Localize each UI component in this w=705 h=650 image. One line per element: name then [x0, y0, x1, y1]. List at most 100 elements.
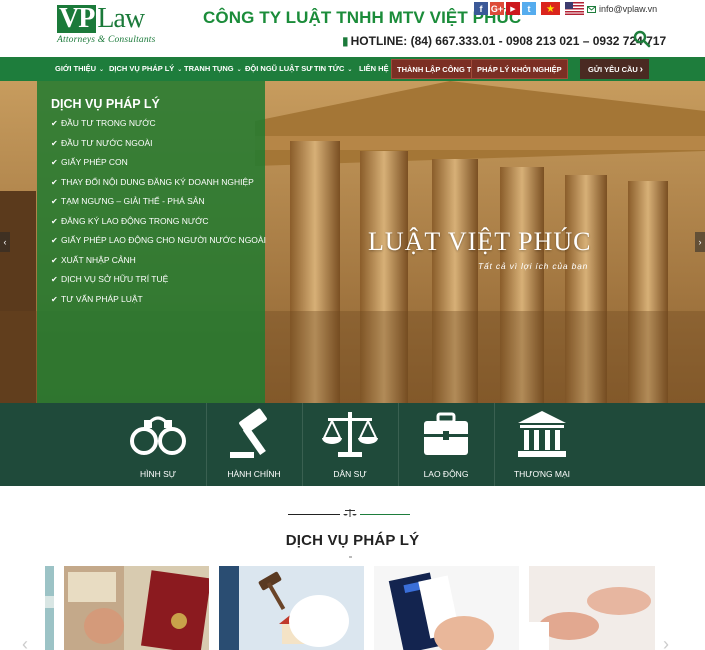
section-title: DỊCH VỤ PHÁP LÝ: [285, 532, 420, 549]
check-icon: ✔: [51, 197, 58, 206]
category-lao-dong[interactable]: LAO ĐỘNG: [398, 403, 494, 486]
carousel-prev-button[interactable]: ‹: [22, 634, 28, 650]
list-item[interactable]: ✔ GIẤY PHÉP CON: [51, 153, 266, 173]
email-text: info@vplaw.vn: [599, 4, 658, 14]
scales-icon: [343, 509, 357, 517]
service-card-image[interactable]: [219, 566, 364, 650]
envelope-icon: [587, 5, 596, 13]
slider-prev-button[interactable]: ‹: [0, 232, 10, 252]
service-label: ĐẦU TƯ TRONG NƯỚC: [61, 118, 156, 128]
gavel-icon: [230, 408, 267, 458]
twitter-icon[interactable]: t: [522, 2, 536, 15]
phone-icon: ▮: [342, 34, 349, 48]
nav-item-tin-tuc[interactable]: TIN TỨC ⌄: [314, 57, 352, 81]
slider-next-button[interactable]: ›: [695, 232, 705, 252]
service-card-image[interactable]: [374, 566, 519, 650]
nav-item-doi-ngu-luat-su[interactable]: ĐỘI NGŨ LUẬT SƯ: [245, 57, 312, 81]
category-hanh-chinh[interactable]: HÀNH CHÍNH: [206, 403, 302, 486]
us-flag-icon[interactable]: [565, 2, 584, 15]
category-label: DÂN SỰ: [333, 469, 367, 479]
google-plus-icon[interactable]: G+: [490, 2, 504, 15]
service-label: DỊCH VỤ SỞ HỮU TRÍ TUỆ: [61, 274, 169, 284]
service-card-image[interactable]: [529, 566, 655, 650]
service-label: THAY ĐỔI NỘI DUNG ĐĂNG KÝ DOANH NGHIỆP: [61, 176, 254, 187]
logo-law: Law: [97, 3, 145, 34]
list-item[interactable]: ✔ XUẤT NHẬP CẢNH: [51, 251, 266, 271]
handshake-image: [529, 566, 655, 650]
category-thuong-mai[interactable]: THƯƠNG MẠI: [494, 403, 590, 486]
nav-item-gioi-thieu[interactable]: GIỚI THIỆU ⌄: [55, 57, 104, 81]
logo-subtitle: Attorneys & Consultants: [57, 35, 156, 45]
category-hinh-su[interactable]: HÌNH SỰ: [110, 403, 206, 486]
list-item[interactable]: ✔ ĐẦU TƯ NƯỚC NGOÀI: [51, 134, 266, 154]
service-label: GIẤY PHÉP LAO ĐỘNG CHO NGƯỜI NƯỚC NGOÀI: [61, 235, 266, 245]
chevron-right-icon: ›: [639, 63, 643, 75]
list-item[interactable]: ✔ ĐẦU TƯ TRONG NƯỚC: [51, 114, 266, 134]
nav-item-thanh-lap-cong-ty[interactable]: THÀNH LẬP CÔNG TY: [391, 59, 483, 79]
handcuffs-icon: [130, 416, 186, 455]
social-links: f G+ ▶ t: [474, 2, 584, 15]
service-label: ĐĂNG KÝ LAO ĐỘNG TRONG NƯỚC: [61, 215, 209, 226]
nav-label: TIN TỨC: [314, 64, 345, 73]
chevron-down-icon: ⌄: [347, 67, 353, 73]
hotline-text: HOTLINE: (84) 667.333.01 - 0908 213 021 …: [350, 34, 667, 48]
service-label: TẠM NGƯNG – GIẢI THỂ - PHÁ SẢN: [61, 196, 205, 206]
scales-icon: [322, 412, 378, 457]
chevron-down-icon: ⌄: [236, 67, 242, 73]
facebook-icon[interactable]: f: [474, 2, 488, 15]
service-card-image[interactable]: [64, 566, 209, 650]
nav-label: LIÊN HỆ: [359, 64, 389, 73]
nav-item-dich-vu-phap-ly[interactable]: DỊCH VỤ PHÁP LÝ ⌄: [109, 57, 182, 81]
list-item[interactable]: ✔ TƯ VẤN PHÁP LUẬT: [51, 290, 266, 310]
carousel-next-button[interactable]: ›: [663, 634, 669, 650]
check-icon: ✔: [51, 138, 58, 148]
passport-ticket-image: [374, 566, 519, 650]
search-icon[interactable]: [633, 30, 651, 48]
list-item[interactable]: ✔ GIẤY PHÉP LAO ĐỘNG CHO NGƯỜI NƯỚC NGOÀI: [51, 231, 266, 251]
category-dan-su[interactable]: DÂN SỰ: [302, 403, 398, 486]
category-label: HÀNH CHÍNH: [227, 469, 281, 479]
list-item[interactable]: ✔ THAY ĐỔI NỘI DUNG ĐĂNG KÝ DOANH NGHIỆP: [51, 173, 266, 193]
check-icon: ✔: [51, 236, 58, 245]
request-button[interactable]: GỬI YÊU CẦU ›: [580, 59, 649, 79]
services-list: ✔ ĐẦU TƯ TRONG NƯỚC ✔ ĐẦU TƯ NƯỚC NGOÀI ✔ G…: [51, 114, 266, 309]
nav-item-lien-he[interactable]: LIÊN HỆ: [359, 57, 389, 81]
vietnam-flag-icon[interactable]: [541, 2, 560, 15]
courthouse-icon: [518, 411, 566, 457]
nav-item-tranh-tung[interactable]: TRANH TỤNG ⌄: [184, 57, 242, 81]
list-item[interactable]: ✔ TẠM NGƯNG – GIẢI THỂ - PHÁ SẢN: [51, 192, 266, 212]
list-item[interactable]: ✔ DỊCH VỤ SỞ HỮU TRÍ TUỆ: [51, 270, 266, 290]
hotline: ▮ HOTLINE: (84) 667.333.01 - 0908 213 021…: [342, 34, 666, 48]
check-icon: ✔: [51, 294, 58, 304]
category-label: THƯƠNG MẠI: [513, 469, 571, 479]
divider: [360, 514, 410, 515]
nav-item-phap-ly-khoi-nghiep[interactable]: PHÁP LÝ KHỞI NGHIỆP: [471, 59, 568, 79]
hero-banner: DỊCH VỤ PHÁP LÝ ✔ ĐẦU TƯ TRONG NƯỚC ✔ ĐẦU …: [0, 81, 705, 403]
divider: [288, 514, 340, 515]
check-icon: ✔: [51, 255, 58, 265]
panel-title: DỊCH VỤ PHÁP LÝ: [51, 97, 160, 111]
passport-image: [64, 566, 209, 650]
nav-label: DỊCH VỤ PHÁP LÝ: [109, 64, 175, 73]
header: VP Law Attorneys & Consultants CÔNG TY L…: [0, 0, 705, 57]
title-underline: [349, 556, 352, 558]
list-item[interactable]: ✔ ĐĂNG KÝ LAO ĐỘNG TRONG NƯỚC: [51, 212, 266, 232]
service-card-image[interactable]: [45, 566, 54, 650]
service-label: GIẤY PHÉP CON: [61, 157, 128, 167]
service-label: XUẤT NHẬP CẢNH: [61, 254, 136, 265]
gavel-house-image: [219, 566, 364, 650]
logo[interactable]: VP Law Attorneys & Consultants: [57, 5, 172, 47]
request-label: GỬI YÊU CẦU: [588, 64, 638, 74]
check-icon: ✔: [51, 177, 58, 187]
email-link[interactable]: info@vplaw.vn: [587, 4, 657, 14]
nav-label: TRANH TỤNG: [184, 64, 234, 73]
service-label: ĐẦU TƯ NƯỚC NGOÀI: [61, 137, 153, 148]
hero-tagline: Tất cả vì lợi ích của bạn: [478, 261, 589, 271]
nav-label: ĐỘI NGŨ LUẬT SƯ: [245, 64, 313, 73]
services-section: DỊCH VỤ PHÁP LÝ ‹ ›: [0, 486, 705, 650]
hero-brand: LUẬT VIỆT PHÚC: [368, 227, 592, 256]
check-icon: ✔: [51, 158, 58, 167]
nav-label: GIỚI THIỆU: [55, 64, 96, 73]
youtube-icon[interactable]: ▶: [506, 2, 520, 15]
main-nav: GIỚI THIỆU ⌄ DỊCH VỤ PHÁP LÝ ⌄ TRANH TỤNG ⌄…: [0, 57, 705, 81]
